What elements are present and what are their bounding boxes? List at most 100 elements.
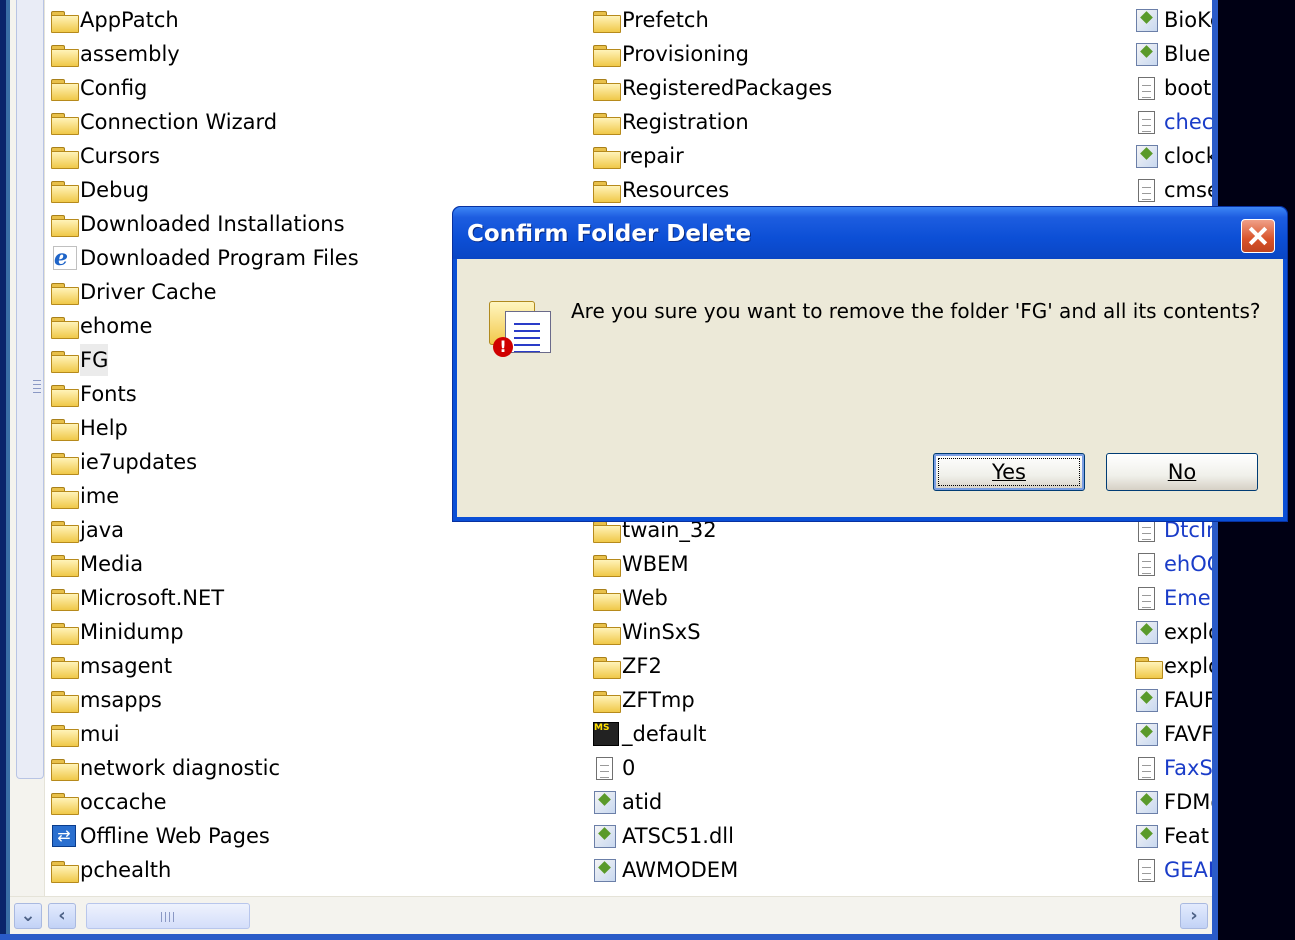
file-list-item[interactable]: RegisteredPackages xyxy=(590,72,832,104)
file-name-label: msagent xyxy=(80,654,173,678)
horizontal-scrollbar[interactable]: ⌄ ‹ › xyxy=(10,896,1212,935)
file-list-item[interactable]: Minidump xyxy=(48,616,184,648)
window-frame-bottom xyxy=(0,934,1218,940)
file-list-item[interactable]: FG xyxy=(48,344,109,376)
folder-icon xyxy=(48,416,79,441)
file-list-item[interactable]: Feat xyxy=(1132,820,1209,852)
folder-icon xyxy=(48,110,79,135)
file-list-item[interactable]: cmse xyxy=(1132,174,1212,206)
file-list-item[interactable]: Registration xyxy=(590,106,749,138)
file-list-item[interactable]: Microsoft.NET xyxy=(48,582,224,614)
file-name-label: Registration xyxy=(622,110,749,134)
folder-icon xyxy=(48,42,79,67)
horizontal-scroll-thumb[interactable] xyxy=(86,903,250,929)
file-name-label: msapps xyxy=(80,688,162,712)
vertical-scrollbar[interactable] xyxy=(10,0,45,896)
file-list-item[interactable]: ATSC51.dll xyxy=(590,820,734,852)
folder-icon xyxy=(48,178,79,203)
file-list-item[interactable]: WinSxS xyxy=(590,616,701,648)
file-list-item[interactable]: atid xyxy=(590,786,662,818)
file-list-item[interactable]: Connection Wizard xyxy=(48,106,277,138)
file-list-item[interactable]: Downloaded Installations xyxy=(48,208,345,240)
file-list-item[interactable]: GEAF xyxy=(1132,854,1212,886)
scroll-menu-chevron-icon[interactable]: ⌄ xyxy=(14,903,42,929)
file-list-item[interactable]: Prefetch xyxy=(590,4,709,36)
file-list-item[interactable]: ZF2 xyxy=(590,650,662,682)
file-list-item[interactable]: network diagnostic xyxy=(48,752,280,784)
dialog-title-bar[interactable]: Confirm Folder Delete xyxy=(453,207,1287,259)
file-list-item[interactable]: Help xyxy=(48,412,128,444)
file-name-label: assembly xyxy=(80,42,180,66)
file-list-item[interactable]: WBEM xyxy=(590,548,689,580)
folder-icon xyxy=(48,450,79,475)
file-name-label: 0 xyxy=(622,756,636,780)
file-name-label: cmse xyxy=(1164,178,1212,202)
file-list-item[interactable]: Fonts xyxy=(48,378,137,410)
file-list-item[interactable]: msapps xyxy=(48,684,162,716)
folder-icon xyxy=(48,586,79,611)
file-list-item[interactable]: Blue xyxy=(1132,38,1210,70)
close-button[interactable] xyxy=(1241,219,1275,253)
file-name-label: Resources xyxy=(622,178,730,202)
file-list-item[interactable]: Web xyxy=(590,582,668,614)
file-list-item[interactable]: explo xyxy=(1132,616,1212,648)
file-name-label: ATSC51.dll xyxy=(622,824,734,848)
file-list-item[interactable]: Resources xyxy=(590,174,729,206)
file-list-item[interactable]: FDMo xyxy=(1132,786,1212,818)
file-list-item[interactable]: ie7updates xyxy=(48,446,197,478)
folder-icon xyxy=(48,8,79,33)
file-list-item[interactable]: Debug xyxy=(48,174,149,206)
exe-file-icon xyxy=(1132,688,1162,712)
file-list-item[interactable]: Driver Cache xyxy=(48,276,217,308)
file-name-label: ehome xyxy=(80,314,153,338)
file-list-item[interactable]: FAVF xyxy=(1132,718,1212,750)
file-name-label: Web xyxy=(622,586,668,610)
file-list-item[interactable]: _default xyxy=(590,718,706,750)
file-list-item[interactable]: Emer xyxy=(1132,582,1212,614)
file-name-label: Offline Web Pages xyxy=(80,824,270,848)
file-name-label: Prefetch xyxy=(622,8,709,32)
file-list-item[interactable]: BioKe xyxy=(1132,4,1212,36)
file-list-item[interactable]: AWMODEM xyxy=(590,854,738,886)
file-list-item[interactable]: ime xyxy=(48,480,119,512)
file-name-label: Downloaded Installations xyxy=(80,212,345,236)
file-list-item[interactable]: Downloaded Program Files xyxy=(48,242,359,274)
file-list-item[interactable]: ehome xyxy=(48,310,152,342)
file-list-item[interactable]: FAUF xyxy=(1132,684,1212,716)
file-name-label: Media xyxy=(80,552,144,576)
file-list-item[interactable]: msagent xyxy=(48,650,172,682)
file-list-item[interactable]: Provisioning xyxy=(590,38,749,70)
file-list-item[interactable]: Cursors xyxy=(48,140,160,172)
no-button[interactable]: No xyxy=(1106,453,1258,491)
file-name-label: FAUF xyxy=(1164,688,1212,712)
file-list-item[interactable]: explo xyxy=(1132,650,1212,682)
file-list-item[interactable]: ehOC xyxy=(1132,548,1212,580)
file-list-item[interactable]: AppPatch xyxy=(48,4,179,36)
file-list-item[interactable]: occache xyxy=(48,786,167,818)
file-list-item[interactable]: ZFTmp xyxy=(590,684,695,716)
file-list-item[interactable]: boot xyxy=(1132,72,1211,104)
file-list-item[interactable]: mui xyxy=(48,718,120,750)
file-list-item[interactable]: Config xyxy=(48,72,147,104)
yes-button[interactable]: Yes xyxy=(933,453,1085,491)
file-name-label: Cursors xyxy=(80,144,160,168)
file-list-item[interactable]: Offline Web Pages xyxy=(48,820,270,852)
file-name-label: _default xyxy=(622,722,707,746)
file-list-item[interactable]: pchealth xyxy=(48,854,171,886)
file-list-item[interactable]: Media xyxy=(48,548,143,580)
file-list-item[interactable]: FaxS xyxy=(1132,752,1212,784)
file-name-label: pchealth xyxy=(80,858,172,882)
file-name-label: FAVF xyxy=(1164,722,1212,746)
file-name-label: ie7updates xyxy=(80,450,198,474)
file-list-item[interactable]: repair xyxy=(590,140,684,172)
scroll-right-button[interactable]: › xyxy=(1180,903,1208,929)
vertical-scroll-thumb[interactable] xyxy=(16,0,44,779)
file-list-item[interactable]: java xyxy=(48,514,124,546)
text-file-icon xyxy=(1132,178,1162,202)
clock-file-icon xyxy=(1132,144,1162,168)
file-list-item[interactable]: assembly xyxy=(48,38,180,70)
file-list-item[interactable]: clock xyxy=(1132,140,1212,172)
file-list-item[interactable]: 0 xyxy=(590,752,635,784)
scroll-left-button[interactable]: ‹ xyxy=(48,903,76,929)
file-list-item[interactable]: chec xyxy=(1132,106,1212,138)
